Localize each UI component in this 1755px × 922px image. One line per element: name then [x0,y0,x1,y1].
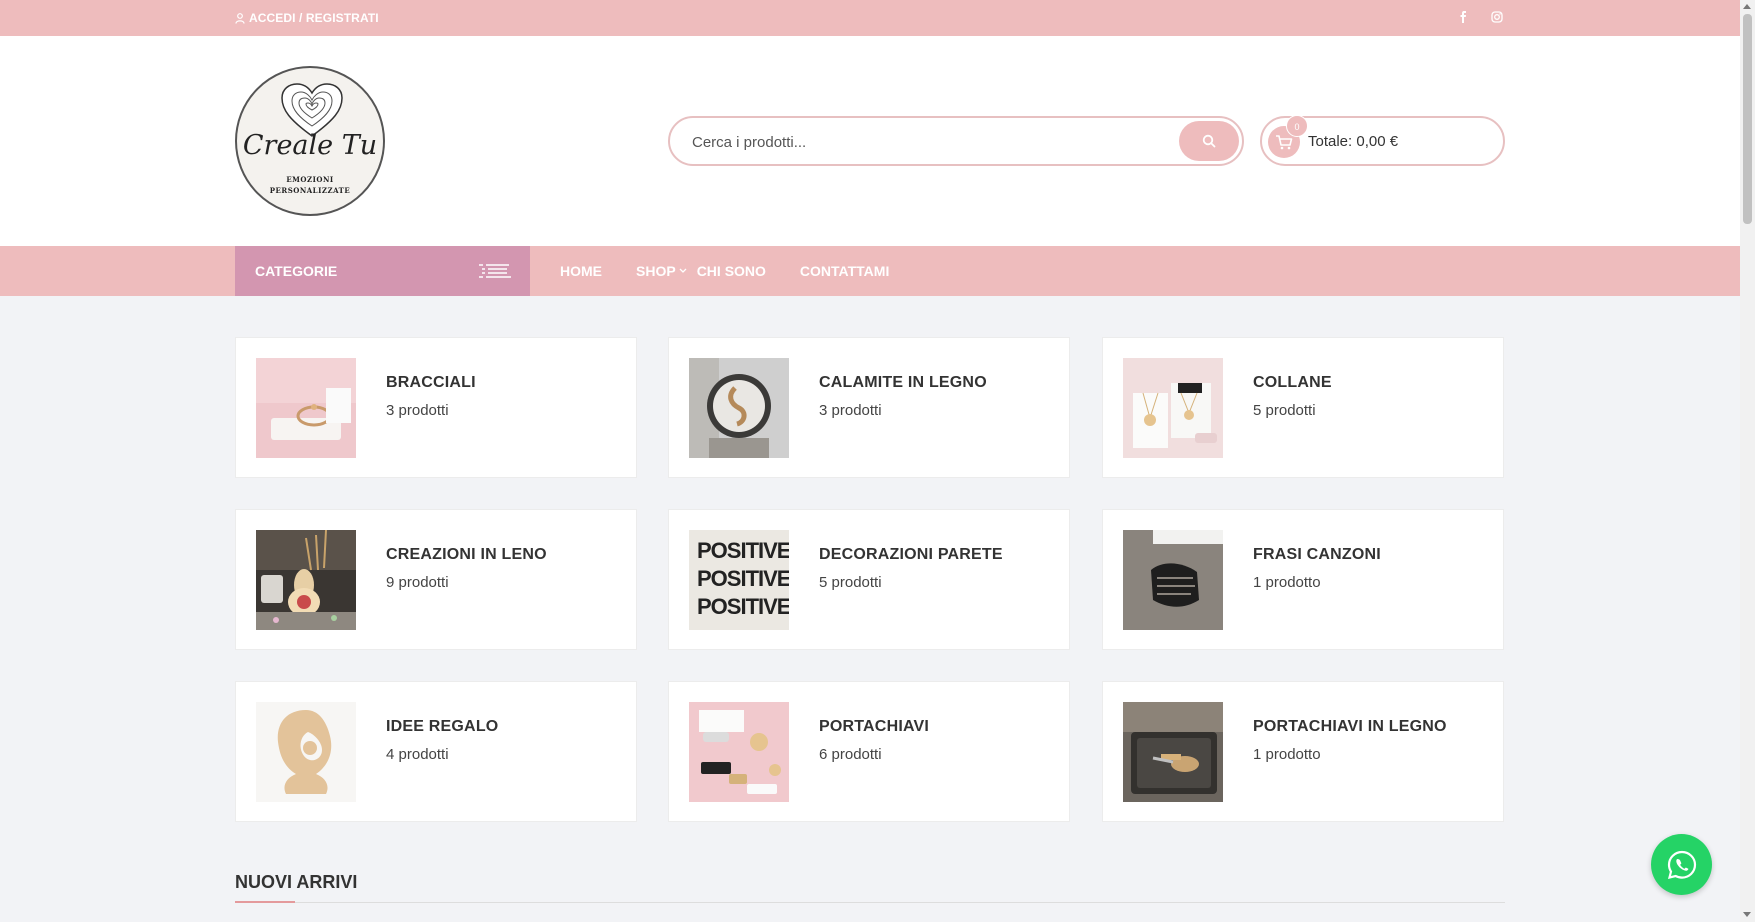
category-title: PORTACHIAVI [819,718,930,735]
category-thumbnail [1123,358,1223,458]
category-count: 4 prodotti [386,746,449,763]
category-count: 5 prodotti [819,574,882,591]
logo-script-text: Creale Tu [242,130,378,161]
category-count: 1 prodotto [1253,574,1321,591]
whatsapp-icon [1667,850,1696,879]
category-card[interactable]: COLLANE 5 prodotti [1102,337,1504,478]
category-thumbnail [689,702,789,802]
nav-chi-sono[interactable]: CHI SONO [697,263,766,279]
nav-shop-label: SHOP [636,263,676,279]
whatsapp-chat-button[interactable] [1651,834,1712,895]
category-card[interactable]: FRASI CANZONI 1 prodotto [1102,509,1504,650]
svg-text:POSITIVE: POSITIVE [697,594,789,619]
main-nav: CATEGORIE HOME SHOP CHI SONO CONTATTAMI [0,246,1740,296]
site-logo[interactable]: Creale Tu EMOZIONI PERSONALIZZATE [235,66,385,216]
section-divider [235,902,1505,903]
category-thumbnail [1123,530,1223,630]
category-count: 3 prodotti [819,402,882,419]
category-title: DECORAZIONI PARETE [819,546,1003,563]
nav-contattami[interactable]: CONTATTAMI [800,263,889,279]
category-count: 9 prodotti [386,574,449,591]
nav-home[interactable]: HOME [560,263,602,279]
category-title: IDEE REGALO [386,718,499,735]
nav-shop[interactable]: SHOP [636,263,687,279]
category-title: COLLANE [1253,374,1332,391]
category-thumbnail: POSITIVE POSITIVE POSITIVE [689,530,789,630]
svg-text:POSITIVE: POSITIVE [697,538,789,563]
category-card[interactable]: CREAZIONI IN LENO 9 prodotti [235,509,637,650]
new-arrivals-title: NUOVI ARRIVI [235,872,358,892]
top-bar: ACCEDI / REGISTRATI [0,0,1740,36]
category-thumbnail [256,358,356,458]
logo-tagline-line2: PERSONALIZZATE [269,186,351,195]
category-thumbnail [689,358,789,458]
category-count: 5 prodotti [1253,402,1316,419]
facebook-icon[interactable] [1456,9,1470,25]
category-card[interactable]: IDEE REGALO 4 prodotti [235,681,637,822]
category-count: 1 prodotto [1253,746,1321,763]
category-title: FRASI CANZONI [1253,546,1381,563]
scroll-up-arrow[interactable] [1743,4,1751,9]
category-count: 6 prodotti [819,746,882,763]
categories-menu-button[interactable]: CATEGORIE [235,246,530,296]
logo-tagline: EMOZIONI PERSONALIZZATE [237,174,383,196]
category-count: 3 prodotti [386,402,449,419]
search-input[interactable] [690,130,1150,154]
cart-widget[interactable]: 0 Totale: 0,00 € [1260,115,1505,166]
categories-label: CATEGORIE [255,263,338,279]
category-title: PORTACHIAVI IN LEGNO [1253,718,1447,735]
cart-total: Totale: 0,00 € [1308,133,1399,150]
category-title: CREAZIONI IN LENO [386,546,547,563]
login-link[interactable]: ACCEDI / REGISTRATI [235,11,379,25]
chevron-down-icon [679,268,687,273]
cart-count-badge: 0 [1286,115,1308,137]
category-card[interactable]: PORTACHIAVI IN LEGNO 1 prodotto [1102,681,1504,822]
menu-lines-icon [479,264,511,278]
category-card[interactable]: BRACCIALI 3 prodotti [235,337,637,478]
category-title: CALAMITE IN LEGNO [819,374,987,391]
category-thumbnail [256,530,356,630]
section-accent-line [235,901,295,903]
search-bar [668,116,1244,166]
scroll-down-arrow[interactable] [1743,912,1751,917]
cart-icon [1276,135,1293,150]
scrollbar-thumb[interactable] [1743,14,1752,224]
search-icon [1202,134,1216,148]
category-card[interactable]: CALAMITE IN LEGNO 3 prodotti [668,337,1070,478]
logo-tagline-line1: EMOZIONI [286,175,334,184]
svg-text:POSITIVE: POSITIVE [697,566,789,591]
category-title: BRACCIALI [386,374,476,391]
category-thumbnail [256,702,356,802]
category-card[interactable]: POSITIVE POSITIVE POSITIVE DECORAZIONI P… [668,509,1070,650]
category-card[interactable]: PORTACHIAVI 6 prodotti [668,681,1070,822]
category-thumbnail [1123,702,1223,802]
user-icon [235,12,245,24]
search-button[interactable] [1179,121,1239,161]
nav-links: HOME SHOP CHI SONO CONTATTAMI [560,263,889,279]
page-scrollbar[interactable] [1740,0,1755,922]
login-label: ACCEDI / REGISTRATI [249,11,379,25]
instagram-icon[interactable] [1490,9,1504,25]
social-links [1456,9,1504,25]
header: Creale Tu EMOZIONI PERSONALIZZATE 0 Tota… [0,36,1740,246]
